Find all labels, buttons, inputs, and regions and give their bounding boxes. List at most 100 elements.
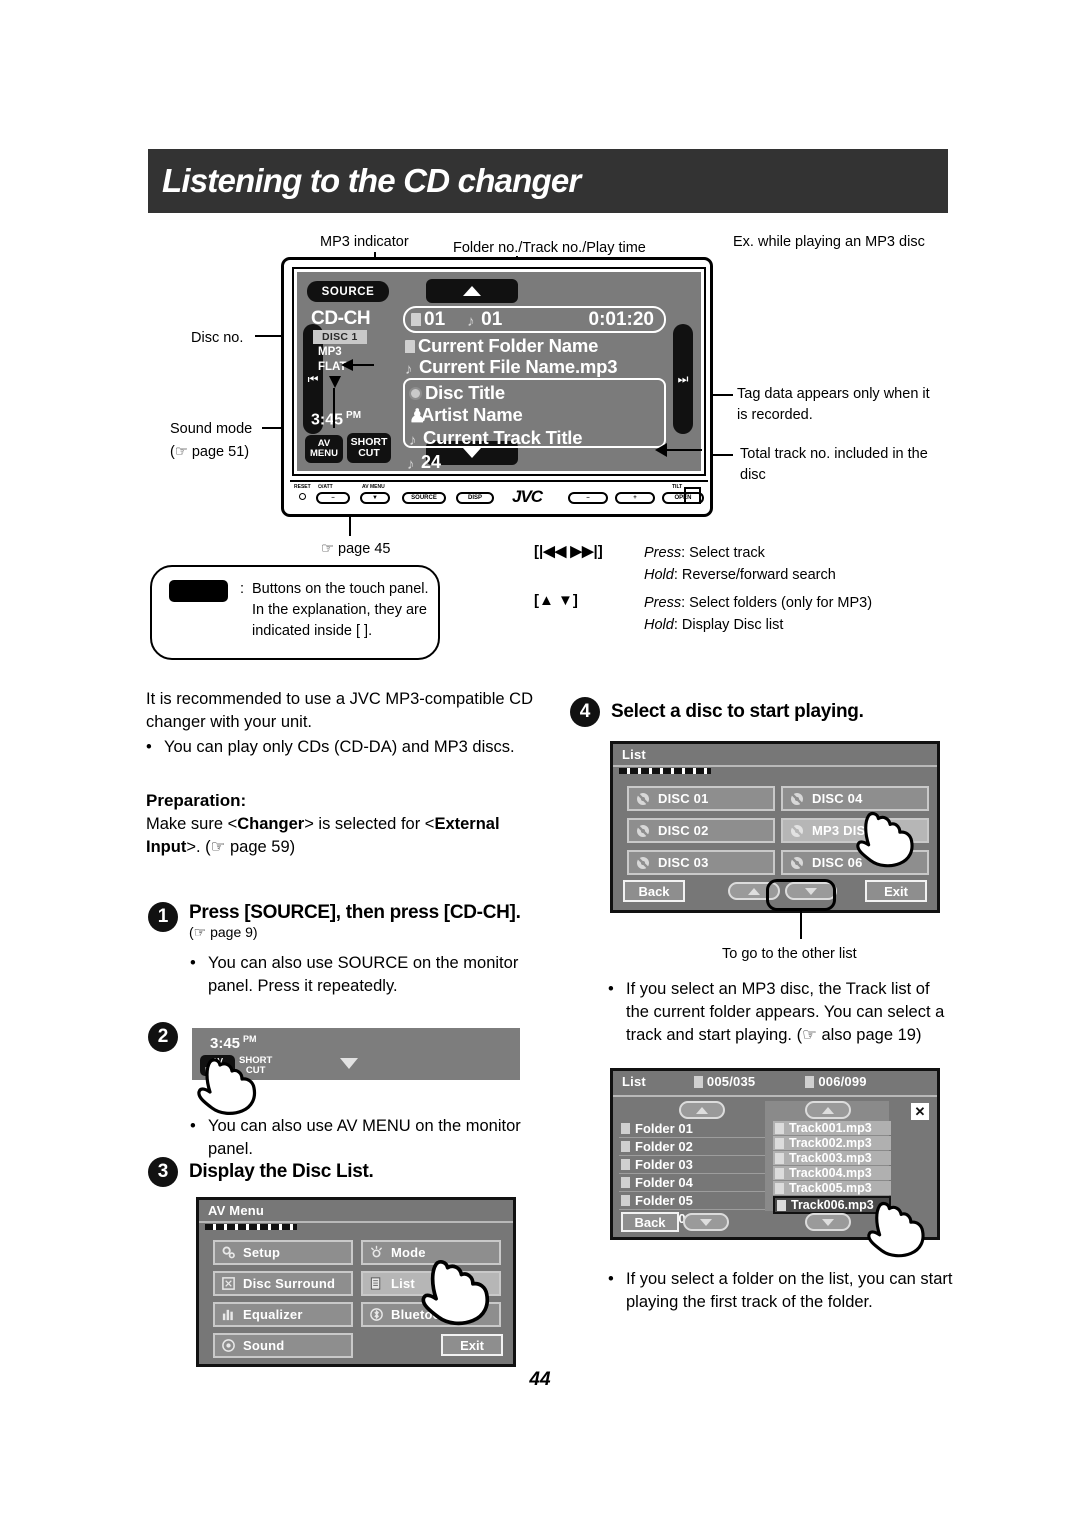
disp-strip-button[interactable]: DISP bbox=[456, 492, 494, 504]
folder-scroll-up-button[interactable] bbox=[679, 1101, 725, 1119]
folder-scroll-down-button[interactable] bbox=[683, 1213, 729, 1231]
page-title: Listening to the CD changer bbox=[162, 162, 581, 199]
callout-total-track: Total track no. included in the disc bbox=[740, 446, 928, 483]
power-att-button[interactable]: – bbox=[316, 492, 350, 504]
touch-panel-button-swatch bbox=[169, 580, 228, 602]
key-help-list: [|◀◀ ▶▶|] Press: Select track Hold: Reve… bbox=[534, 542, 954, 637]
folder-icon bbox=[411, 312, 421, 326]
triangle-down-icon bbox=[700, 1218, 712, 1226]
key-help-hold: Hold: Reverse/forward search bbox=[644, 564, 836, 586]
bullet-dot: • bbox=[146, 737, 152, 756]
av-menu-exit-button[interactable]: Exit bbox=[441, 1334, 503, 1356]
source-name-label: CD-CH bbox=[311, 308, 371, 329]
track-scroll-down-button[interactable] bbox=[805, 1213, 851, 1231]
callout-mp3-indicator: MP3 indicator bbox=[320, 234, 409, 250]
callout-sound-mode: Sound mode bbox=[170, 421, 253, 437]
folder-icon bbox=[621, 1195, 630, 1206]
av-menu-label-sound: Sound bbox=[243, 1338, 285, 1353]
artist-name: Artist Name bbox=[421, 404, 523, 426]
disc-list-exit-button[interactable]: Exit bbox=[865, 880, 927, 902]
preparation-text: Make sure <Changer> is selected for <Ext… bbox=[146, 813, 546, 859]
prep-changer: Changer bbox=[237, 815, 305, 834]
track-label: Track005.mp3 bbox=[789, 1181, 872, 1195]
step-2-bullet: • You can also use AV MENU on the monito… bbox=[190, 1115, 545, 1161]
next-track-button[interactable]: ⏭ bbox=[673, 324, 693, 434]
triangle-down-icon bbox=[463, 448, 481, 458]
list-item[interactable]: Folder 03 bbox=[619, 1156, 767, 1174]
page-number: 44 bbox=[529, 1369, 551, 1390]
av-menu-panel-title: AV Menu bbox=[199, 1200, 513, 1223]
disc-label-03: DISC 03 bbox=[658, 855, 709, 870]
prep-part-1: Make sure < bbox=[146, 815, 238, 834]
list-icon bbox=[369, 1276, 384, 1291]
disc-list-left-column: DISC 01 DISC 02 DISC 03 bbox=[627, 786, 775, 875]
step-1-ref: (☞ page 9) bbox=[189, 924, 258, 940]
av-menu-item-sound[interactable]: Sound bbox=[213, 1333, 353, 1358]
step-2-clock-meridiem: PM bbox=[243, 1034, 257, 1044]
callout-example: Ex. while playing an MP3 disc bbox=[733, 234, 925, 250]
disc-item-disc02[interactable]: DISC 02 bbox=[627, 818, 775, 843]
leader-line-other-list bbox=[800, 911, 802, 939]
disc-list-back-button[interactable]: Back bbox=[623, 880, 685, 902]
list-item[interactable]: Track002.mp3 bbox=[773, 1136, 891, 1150]
source-strip-button[interactable]: SOURCE bbox=[402, 492, 446, 504]
folder-track-panel-title-row: List 005/035 006/099 bbox=[613, 1071, 937, 1092]
list-item[interactable]: Track003.mp3 bbox=[773, 1151, 891, 1165]
triangle-down-icon bbox=[822, 1218, 834, 1226]
list-item[interactable]: Track001.mp3 bbox=[773, 1121, 891, 1135]
list-item[interactable]: Track004.mp3 bbox=[773, 1166, 891, 1180]
volume-up-button[interactable]: + bbox=[615, 492, 655, 504]
av-menu-item-setup[interactable]: Setup bbox=[213, 1240, 353, 1265]
key-help-keys: [|◀◀ ▶▶|] bbox=[534, 543, 603, 560]
current-folder-name: Current Folder Name bbox=[418, 335, 599, 356]
highlight-other-list-button bbox=[766, 879, 836, 911]
next-track-icon: ⏭ bbox=[677, 371, 689, 386]
step-3-number: 3 bbox=[148, 1157, 178, 1187]
track-title-row: ♪ Current Track Title bbox=[409, 427, 664, 449]
av-menu-strip-button[interactable]: ▼ bbox=[360, 492, 390, 504]
av-menu-item-equalizer[interactable]: Equalizer bbox=[213, 1302, 353, 1327]
intro-bullet-text: You can play only CDs (CD-DA) and MP3 di… bbox=[164, 737, 515, 756]
triangle-up-icon bbox=[696, 1106, 708, 1114]
folder-icon bbox=[621, 1177, 630, 1188]
mp3-indicator-label: MP3 bbox=[318, 346, 342, 358]
list-item[interactable]: Folder 01 bbox=[619, 1121, 767, 1138]
list-item[interactable]: Folder 05 bbox=[619, 1192, 767, 1210]
source-button[interactable]: SOURCE bbox=[307, 281, 389, 302]
track-label: Track002.mp3 bbox=[789, 1136, 872, 1150]
step-4-number: 4 bbox=[570, 697, 600, 727]
volume-down-button[interactable]: – bbox=[568, 492, 608, 504]
folder-counter: 005/035 bbox=[706, 1074, 756, 1089]
current-folder-row: Current Folder Name bbox=[405, 335, 598, 357]
scroll-up-button[interactable] bbox=[426, 279, 518, 303]
shortcut-button[interactable]: SHORT CUT bbox=[347, 433, 391, 463]
track-scroll-up-button[interactable] bbox=[805, 1101, 851, 1119]
gears-icon bbox=[221, 1245, 236, 1260]
shortcut-label-2: CUT bbox=[358, 447, 380, 459]
disc-item-disc03[interactable]: DISC 03 bbox=[627, 850, 775, 875]
list-item[interactable]: Track005.mp3 bbox=[773, 1181, 891, 1195]
list-item[interactable]: Folder 04 bbox=[619, 1174, 767, 1192]
key-help-keys: [▲ ▼] bbox=[534, 591, 578, 609]
tag-data-box: Disc Title ♟Artist Name ♪ Current Track T… bbox=[403, 378, 666, 448]
track-label: Track004.mp3 bbox=[789, 1166, 872, 1180]
reset-label: RESET bbox=[294, 484, 311, 490]
unit-screen: SOURCE ⏮ ⏭ CD-CH DISC 1 MP3 FLAT 3:45 PM … bbox=[297, 272, 701, 472]
hold-text: : Display Disc list bbox=[673, 617, 784, 634]
clock-meridiem: PM bbox=[346, 409, 362, 421]
person-icon: ♟ bbox=[409, 405, 426, 427]
close-icon[interactable]: ✕ bbox=[911, 1103, 929, 1120]
disc-number-badge: DISC 1 bbox=[313, 330, 367, 344]
folder-track-back-button[interactable]: Back bbox=[621, 1212, 679, 1232]
tilt-label: TILT bbox=[672, 484, 683, 490]
disc-icon bbox=[635, 855, 651, 871]
press-text: : Select track bbox=[681, 545, 765, 561]
av-menu-item-disc-surround[interactable]: Disc Surround bbox=[213, 1271, 353, 1296]
list-item[interactable]: Folder 02 bbox=[619, 1138, 767, 1156]
folder-icon bbox=[405, 340, 415, 353]
reset-button[interactable] bbox=[299, 493, 306, 500]
disc-item-disc04[interactable]: DISC 04 bbox=[781, 786, 929, 811]
av-menu-button[interactable]: AV MENU bbox=[305, 435, 343, 463]
disc-item-disc01[interactable]: DISC 01 bbox=[627, 786, 775, 811]
track-counter: 006/099 bbox=[818, 1074, 867, 1089]
